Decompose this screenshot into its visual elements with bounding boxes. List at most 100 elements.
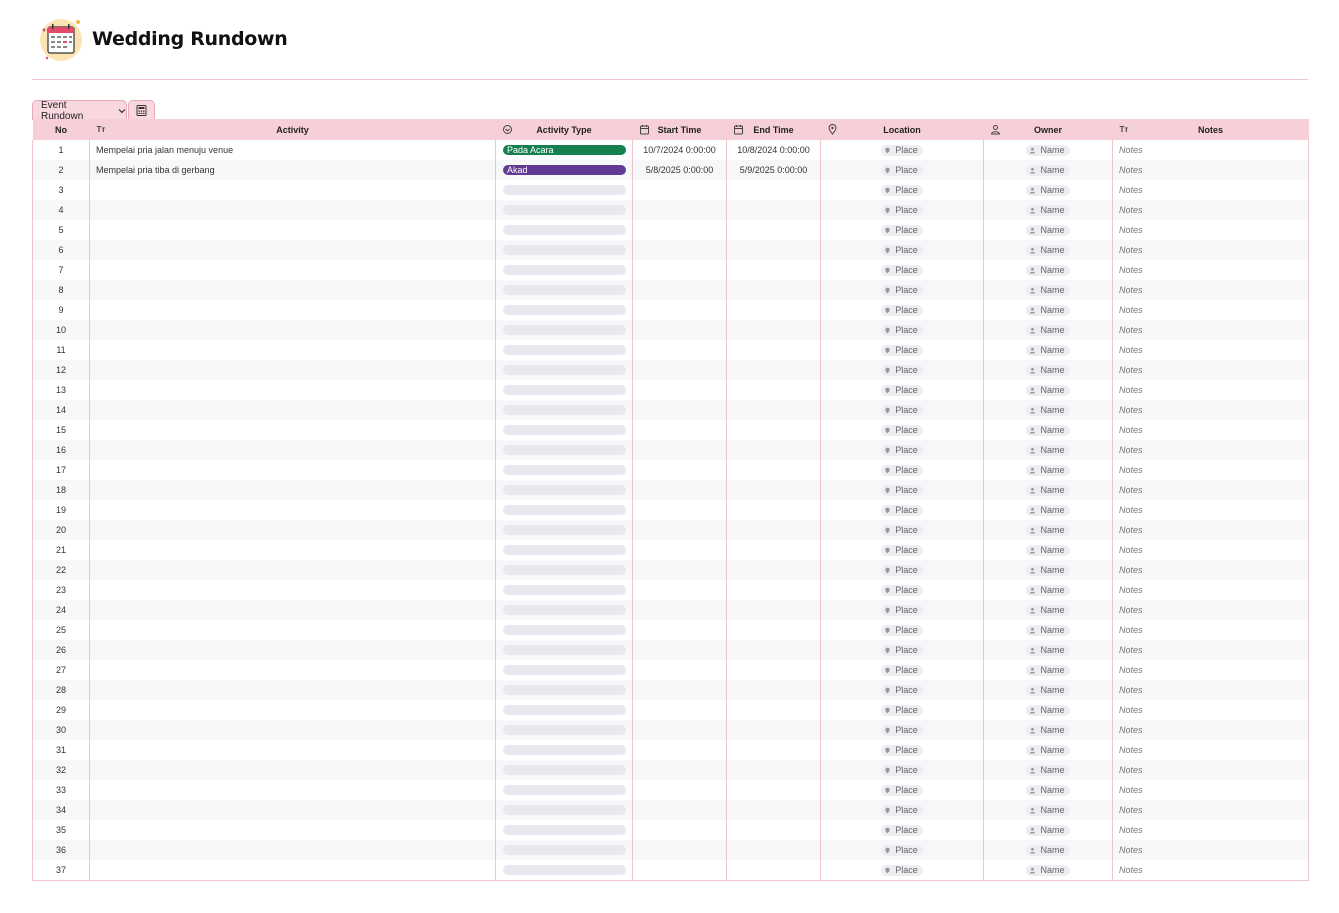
cell-end-time[interactable] bbox=[726, 680, 821, 700]
cell-location[interactable]: Place bbox=[820, 280, 984, 300]
place-chip[interactable]: Place bbox=[881, 164, 923, 176]
cell-end-time[interactable] bbox=[726, 340, 821, 360]
cell-owner[interactable]: Name bbox=[983, 240, 1113, 260]
owner-chip[interactable]: Name bbox=[1026, 484, 1070, 496]
owner-chip[interactable]: Name bbox=[1026, 164, 1070, 176]
cell-activity[interactable] bbox=[89, 640, 496, 660]
table-row[interactable]: 12 Place Name Notes bbox=[32, 360, 1309, 380]
table-row[interactable]: 24 Place Name Notes bbox=[32, 600, 1309, 620]
owner-chip[interactable]: Name bbox=[1026, 444, 1070, 456]
cell-location[interactable]: Place bbox=[820, 720, 984, 740]
owner-chip[interactable]: Name bbox=[1026, 304, 1070, 316]
cell-location[interactable]: Place bbox=[820, 520, 984, 540]
cell-end-time[interactable] bbox=[726, 640, 821, 660]
table-row[interactable]: 32 Place Name Notes bbox=[32, 760, 1309, 780]
activity-type-tag[interactable] bbox=[503, 345, 626, 355]
cell-activity-type[interactable]: Akad bbox=[495, 160, 633, 180]
table-row[interactable]: 34 Place Name Notes bbox=[32, 800, 1309, 820]
owner-chip[interactable]: Name bbox=[1026, 764, 1070, 776]
cell-end-time[interactable] bbox=[726, 600, 821, 620]
tab-event-rundown[interactable]: Event Rundown bbox=[32, 100, 127, 122]
cell-notes[interactable]: Notes bbox=[1112, 820, 1309, 840]
cell-start-time[interactable] bbox=[632, 620, 727, 640]
activity-type-tag[interactable] bbox=[503, 625, 626, 635]
table-row[interactable]: 18 Place Name Notes bbox=[32, 480, 1309, 500]
cell-location[interactable]: Place bbox=[820, 580, 984, 600]
cell-activity[interactable] bbox=[89, 720, 496, 740]
cell-activity[interactable] bbox=[89, 260, 496, 280]
cell-owner[interactable]: Name bbox=[983, 280, 1113, 300]
table-row[interactable]: 5 Place Name Notes bbox=[32, 220, 1309, 240]
owner-chip[interactable]: Name bbox=[1026, 824, 1070, 836]
place-chip[interactable]: Place bbox=[881, 444, 923, 456]
place-chip[interactable]: Place bbox=[881, 704, 923, 716]
cell-activity[interactable] bbox=[89, 220, 496, 240]
cell-end-time[interactable] bbox=[726, 300, 821, 320]
cell-notes[interactable]: Notes bbox=[1112, 680, 1309, 700]
tab-calculator[interactable] bbox=[128, 100, 155, 120]
cell-owner[interactable]: Name bbox=[983, 300, 1113, 320]
cell-notes[interactable]: Notes bbox=[1112, 420, 1309, 440]
owner-chip[interactable]: Name bbox=[1026, 204, 1070, 216]
cell-notes[interactable]: Notes bbox=[1112, 780, 1309, 800]
table-row[interactable]: 25 Place Name Notes bbox=[32, 620, 1309, 640]
cell-activity[interactable] bbox=[89, 200, 496, 220]
owner-chip[interactable]: Name bbox=[1026, 784, 1070, 796]
cell-owner[interactable]: Name bbox=[983, 380, 1113, 400]
cell-start-time[interactable] bbox=[632, 740, 727, 760]
cell-start-time[interactable] bbox=[632, 180, 727, 200]
cell-owner[interactable]: Name bbox=[983, 700, 1113, 720]
cell-activity[interactable] bbox=[89, 240, 496, 260]
cell-no[interactable]: 24 bbox=[32, 600, 90, 620]
place-chip[interactable]: Place bbox=[881, 344, 923, 356]
cell-activity-type[interactable] bbox=[495, 300, 633, 320]
owner-chip[interactable]: Name bbox=[1026, 544, 1070, 556]
cell-end-time[interactable] bbox=[726, 660, 821, 680]
cell-notes[interactable]: Notes bbox=[1112, 800, 1309, 820]
cell-notes[interactable]: Notes bbox=[1112, 140, 1309, 160]
activity-type-tag[interactable] bbox=[503, 845, 626, 855]
table-row[interactable]: 17 Place Name Notes bbox=[32, 460, 1309, 480]
cell-owner[interactable]: Name bbox=[983, 580, 1113, 600]
cell-end-time[interactable] bbox=[726, 200, 821, 220]
cell-start-time[interactable] bbox=[632, 780, 727, 800]
cell-no[interactable]: 20 bbox=[32, 520, 90, 540]
cell-end-time[interactable] bbox=[726, 360, 821, 380]
cell-end-time[interactable] bbox=[726, 740, 821, 760]
owner-chip[interactable]: Name bbox=[1026, 464, 1070, 476]
owner-chip[interactable]: Name bbox=[1026, 384, 1070, 396]
place-chip[interactable]: Place bbox=[881, 524, 923, 536]
owner-chip[interactable]: Name bbox=[1026, 584, 1070, 596]
cell-activity[interactable] bbox=[89, 760, 496, 780]
activity-type-tag[interactable] bbox=[503, 745, 626, 755]
cell-notes[interactable]: Notes bbox=[1112, 620, 1309, 640]
cell-end-time[interactable] bbox=[726, 820, 821, 840]
cell-activity[interactable] bbox=[89, 620, 496, 640]
activity-type-tag[interactable] bbox=[503, 665, 626, 675]
cell-notes[interactable]: Notes bbox=[1112, 160, 1309, 180]
cell-start-time[interactable] bbox=[632, 520, 727, 540]
cell-no[interactable]: 12 bbox=[32, 360, 90, 380]
cell-start-time[interactable] bbox=[632, 200, 727, 220]
owner-chip[interactable]: Name bbox=[1026, 424, 1070, 436]
cell-notes[interactable]: Notes bbox=[1112, 700, 1309, 720]
cell-location[interactable]: Place bbox=[820, 860, 984, 881]
activity-type-tag[interactable] bbox=[503, 325, 626, 335]
cell-no[interactable]: 33 bbox=[32, 780, 90, 800]
cell-start-time[interactable] bbox=[632, 320, 727, 340]
table-row[interactable]: 9 Place Name Notes bbox=[32, 300, 1309, 320]
cell-start-time[interactable] bbox=[632, 260, 727, 280]
place-chip[interactable]: Place bbox=[881, 564, 923, 576]
cell-activity-type[interactable] bbox=[495, 340, 633, 360]
cell-activity[interactable] bbox=[89, 520, 496, 540]
cell-location[interactable]: Place bbox=[820, 660, 984, 680]
cell-activity-type[interactable] bbox=[495, 800, 633, 820]
cell-activity-type[interactable] bbox=[495, 460, 633, 480]
activity-type-tag[interactable] bbox=[503, 705, 626, 715]
cell-activity-type[interactable] bbox=[495, 480, 633, 500]
cell-start-time[interactable] bbox=[632, 760, 727, 780]
cell-no[interactable]: 32 bbox=[32, 760, 90, 780]
place-chip[interactable]: Place bbox=[881, 584, 923, 596]
cell-notes[interactable]: Notes bbox=[1112, 640, 1309, 660]
cell-end-time[interactable] bbox=[726, 440, 821, 460]
